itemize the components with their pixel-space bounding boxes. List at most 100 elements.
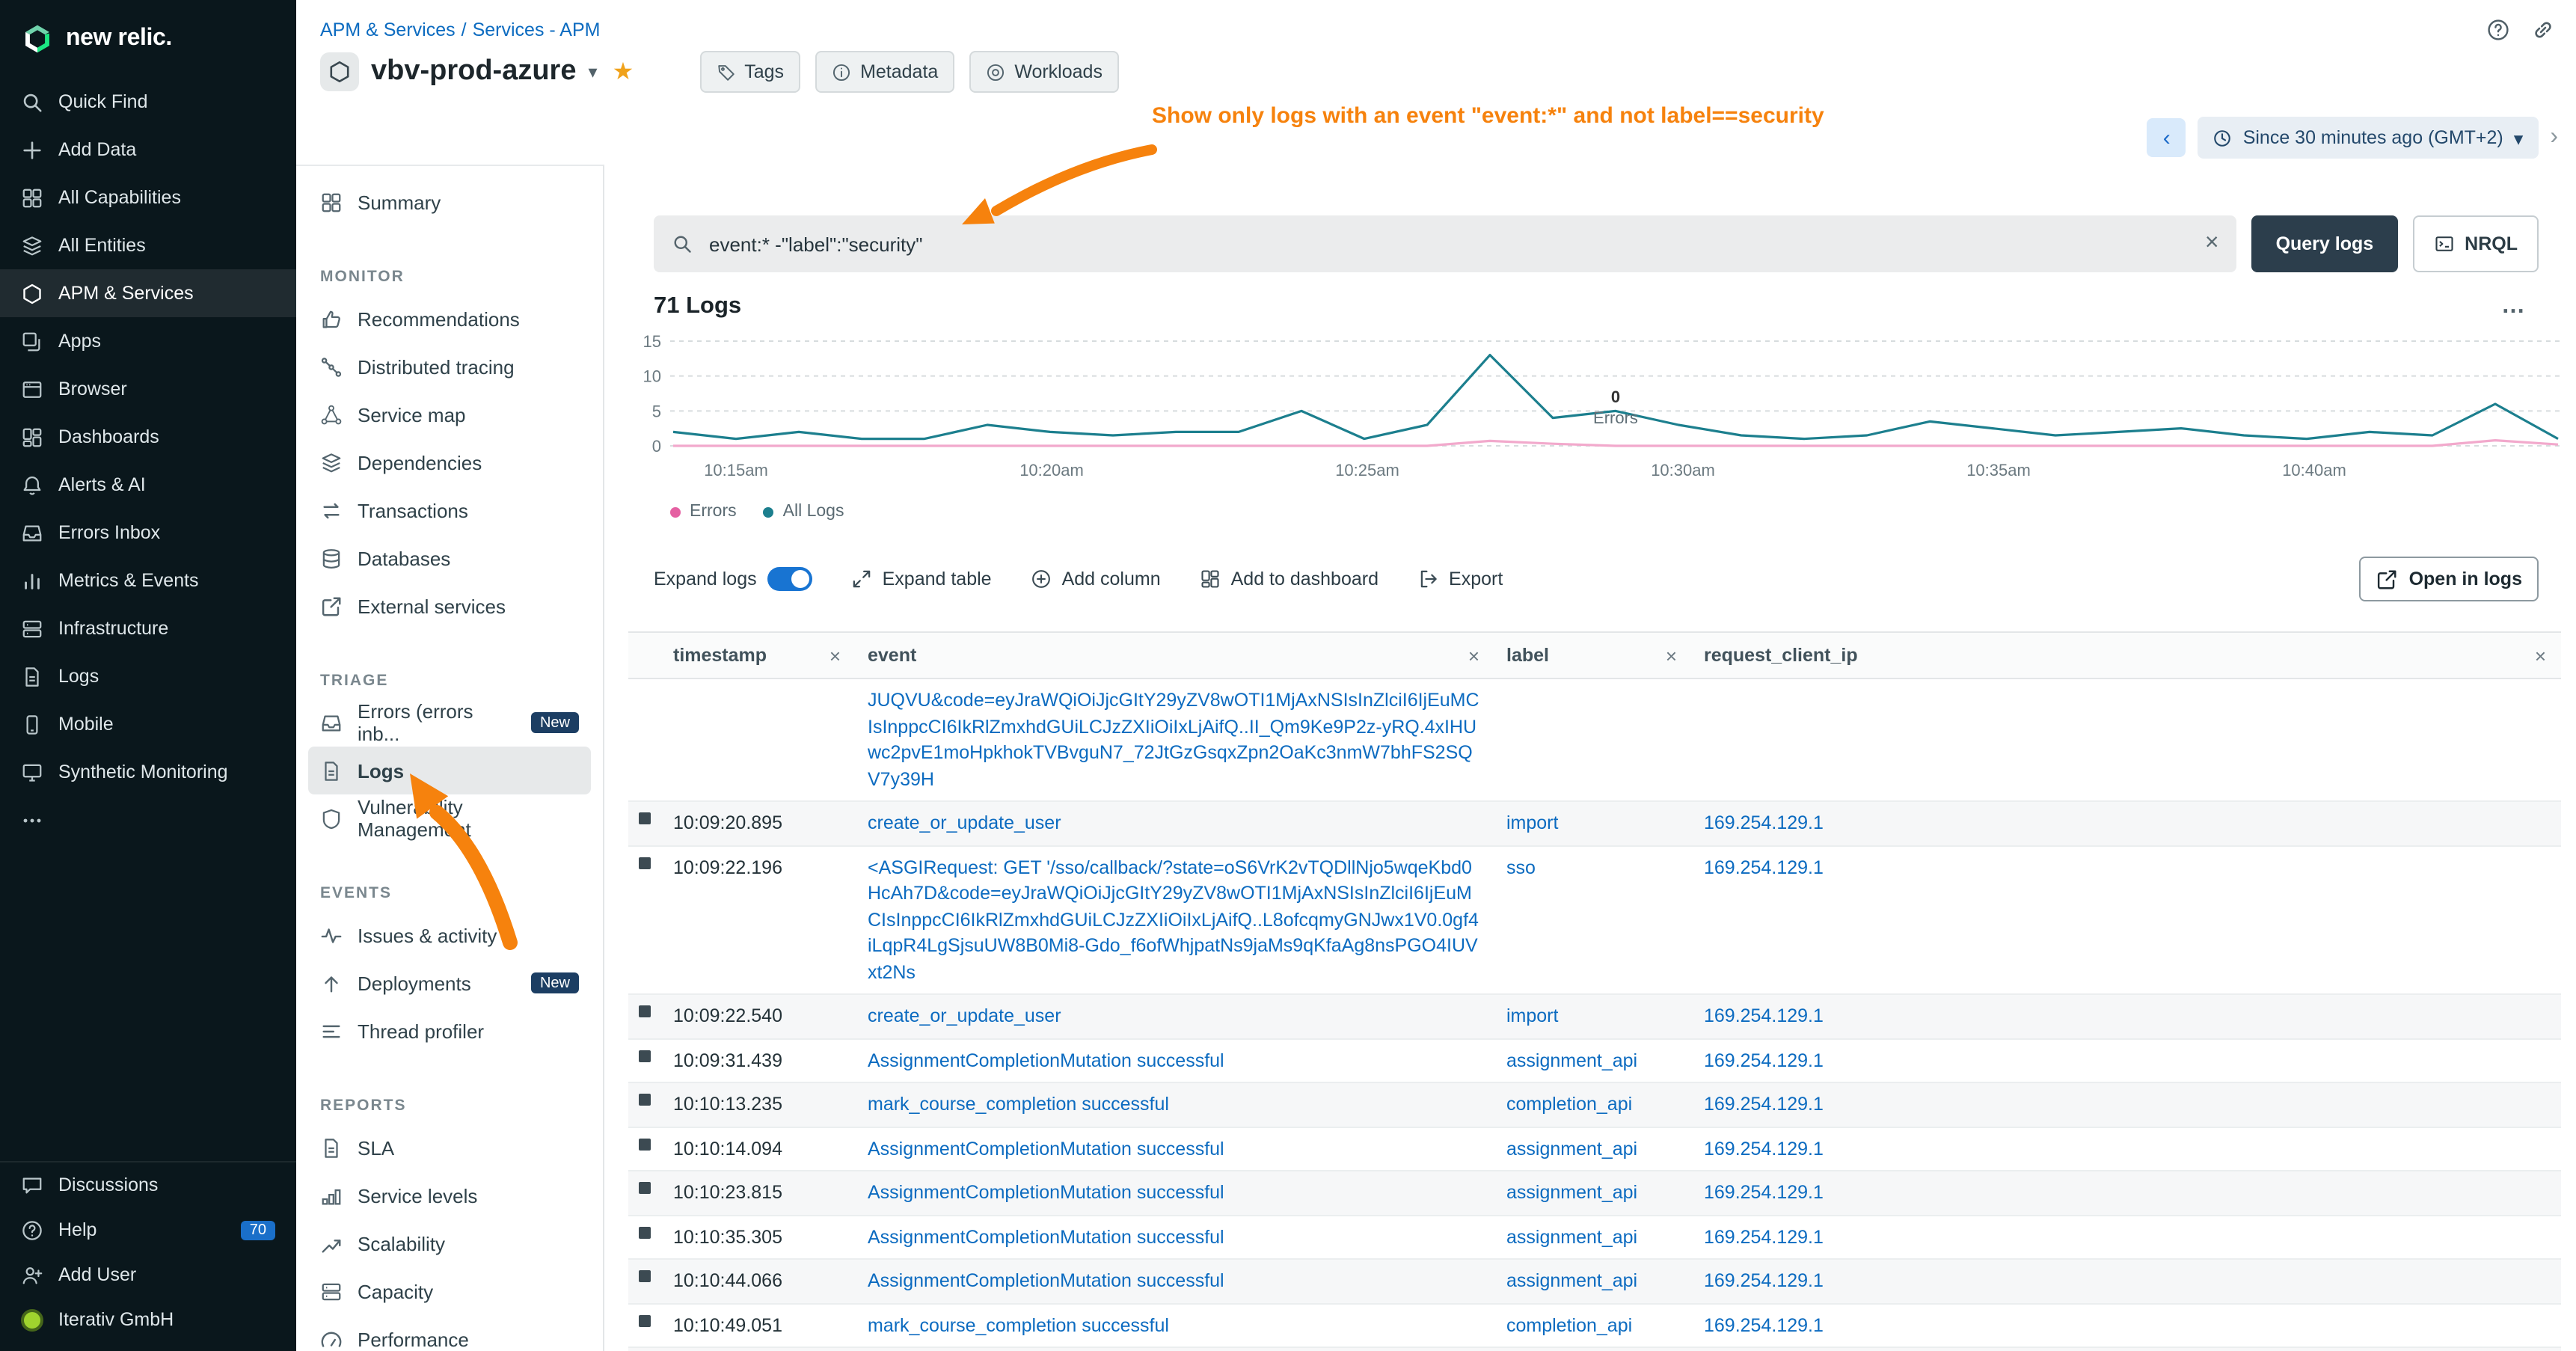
remove-column-icon[interactable]: ×	[829, 644, 841, 667]
subnav-item-external-services[interactable]: External services	[308, 582, 591, 630]
label-link[interactable]: sso	[1506, 857, 1536, 877]
subnav-item-transactions[interactable]: Transactions	[308, 486, 591, 534]
event-link[interactable]: create_or_update_user	[868, 1005, 1061, 1026]
ip-link[interactable]: 169.254.129.1	[1704, 1050, 1824, 1070]
sidebar-item-apm-services[interactable]: APM & Services	[0, 269, 296, 317]
logs-timeseries-chart[interactable]: 05101510:15am10:20am10:25am10:30am10:35a…	[628, 329, 2561, 488]
subnav-item-sla[interactable]: SLA	[308, 1124, 591, 1171]
label-link[interactable]: assignment_api	[1506, 1182, 1637, 1203]
workloads-chip[interactable]: Workloads	[969, 51, 1119, 93]
sidebar-item-dashboards[interactable]: Dashboards	[0, 413, 296, 461]
subnav-item-thread-profiler[interactable]: Thread profiler	[308, 1007, 591, 1055]
remove-column-icon[interactable]: ×	[1468, 644, 1479, 667]
ip-link[interactable]: 169.254.129.1	[1704, 1182, 1824, 1203]
event-link[interactable]: AssignmentCompletionMutation successful	[868, 1182, 1224, 1203]
legend-item-errors[interactable]: Errors	[670, 503, 737, 521]
row-marker-icon[interactable]	[639, 812, 651, 824]
log-table-row[interactable]: 10:10:23.815AssignmentCompletionMutation…	[628, 1171, 2561, 1216]
open-in-logs-button[interactable]: Open in logs	[2360, 557, 2539, 601]
favorite-star-icon[interactable]: ★	[613, 57, 634, 87]
log-table-row[interactable]: JUQVU&code=eyJraWQiOiJjcGItY29yZV8wOTI1M…	[628, 679, 2561, 802]
query-logs-button[interactable]: Query logs	[2252, 215, 2398, 272]
log-table-row[interactable]: 10:09:31.439AssignmentCompletionMutation…	[628, 1039, 2561, 1083]
event-link[interactable]: <ASGIRequest: GET '/sso/callback/?state=…	[868, 857, 1479, 982]
log-table-row[interactable]: 10:09:20.895create_or_update_userimport1…	[628, 802, 2561, 846]
ip-link[interactable]: 169.254.129.1	[1704, 1138, 1824, 1159]
time-back-button[interactable]: ‹	[2147, 118, 2186, 157]
subnav-item-vulnerability-management[interactable]: Vulnerability Management	[308, 794, 591, 842]
subnav-item-service-map[interactable]: Service map	[308, 390, 591, 438]
label-link[interactable]: assignment_api	[1506, 1138, 1637, 1159]
subnav-item-errors-errors-inb[interactable]: Errors (errors inb...New	[308, 699, 591, 747]
column-header-label[interactable]: label×	[1494, 644, 1692, 667]
label-link[interactable]: completion_api	[1506, 1094, 1632, 1115]
sidebar-item-apps[interactable]: Apps	[0, 317, 296, 365]
expand-logs-toggle[interactable]	[767, 567, 812, 591]
remove-column-icon[interactable]: ×	[2535, 644, 2546, 667]
subnav-item-logs[interactable]: Logs	[308, 747, 591, 794]
column-header-event[interactable]: event×	[856, 644, 1494, 667]
event-link[interactable]: mark_course_completion successful	[868, 1314, 1169, 1335]
sidebar-item-errors-inbox[interactable]: Errors Inbox	[0, 509, 296, 557]
event-link[interactable]: AssignmentCompletionMutation successful	[868, 1270, 1224, 1291]
tags-chip[interactable]: Tags	[699, 51, 800, 93]
log-table-row[interactable]: 10:10:44.066AssignmentCompletionMutation…	[628, 1260, 2561, 1304]
subnav-item-performance[interactable]: Performance	[308, 1315, 591, 1351]
more-options-button[interactable]: …	[2501, 299, 2528, 314]
label-link[interactable]: assignment_api	[1506, 1050, 1637, 1070]
log-search-input[interactable]	[706, 231, 2192, 257]
event-link[interactable]: AssignmentCompletionMutation successful	[868, 1050, 1224, 1070]
log-table-row[interactable]: 10:10:13.235mark_course_completion succe…	[628, 1083, 2561, 1127]
newrelic-logo[interactable]: new relic.	[0, 0, 296, 78]
event-link[interactable]: AssignmentCompletionMutation successful	[868, 1226, 1224, 1247]
sidebar-footer-item-add-user[interactable]: Add User	[0, 1252, 296, 1297]
add-column-button[interactable]: Add column	[1031, 569, 1161, 589]
expand-table-button[interactable]: Expand table	[851, 569, 992, 589]
label-link[interactable]: completion_api	[1506, 1314, 1632, 1335]
column-header-request-client-ip[interactable]: request_client_ip×	[1692, 644, 2561, 667]
row-marker-icon[interactable]	[639, 1182, 651, 1194]
column-header-timestamp[interactable]: timestamp×	[661, 644, 856, 667]
event-link[interactable]: JUQVU&code=eyJraWQiOiJjcGItY29yZV8wOTI1M…	[868, 690, 1479, 789]
sidebar-footer-item-discussions[interactable]: Discussions	[0, 1162, 296, 1207]
sidebar-item-alerts-ai[interactable]: Alerts & AI	[0, 461, 296, 509]
sidebar-item-all-capabilities[interactable]: All Capabilities	[0, 174, 296, 221]
log-table-row[interactable]: 10:09:22.540create_or_update_userimport1…	[628, 995, 2561, 1039]
sidebar-item-metrics-events[interactable]: Metrics & Events	[0, 557, 296, 604]
ip-link[interactable]: 169.254.129.1	[1704, 1094, 1824, 1115]
ip-link[interactable]: 169.254.129.1	[1704, 1005, 1824, 1026]
metadata-chip[interactable]: Metadata	[815, 51, 954, 93]
sidebar-item-more[interactable]	[0, 796, 296, 844]
breadcrumb-link-services-apm[interactable]: Services - APM	[473, 19, 601, 40]
sidebar-item-synthetic-monitoring[interactable]: Synthetic Monitoring	[0, 748, 296, 796]
clear-search-icon[interactable]: ×	[2205, 230, 2219, 257]
breadcrumb-link-apm-services[interactable]: APM & Services	[320, 19, 456, 40]
permalink-icon[interactable]	[2531, 18, 2555, 42]
event-link[interactable]: create_or_update_user	[868, 812, 1061, 833]
ip-link[interactable]: 169.254.129.1	[1704, 1226, 1824, 1247]
label-link[interactable]: import	[1506, 1005, 1558, 1026]
sidebar-item-mobile[interactable]: Mobile	[0, 700, 296, 748]
subnav-item-summary[interactable]: Summary	[308, 178, 591, 226]
remove-column-icon[interactable]: ×	[1666, 644, 1677, 667]
row-marker-icon[interactable]	[639, 1005, 651, 1017]
ip-link[interactable]: 169.254.129.1	[1704, 812, 1824, 833]
subnav-item-databases[interactable]: Databases	[308, 534, 591, 582]
ip-link[interactable]: 169.254.129.1	[1704, 1270, 1824, 1291]
log-table-row[interactable]: 10:10:49.051mark_course_completion succe…	[628, 1304, 2561, 1348]
log-table-row[interactable]: 10:10:14.094AssignmentCompletionMutation…	[628, 1127, 2561, 1171]
label-link[interactable]: import	[1506, 812, 1558, 833]
time-forward-button[interactable]: ›	[2550, 124, 2558, 151]
row-marker-icon[interactable]	[639, 1094, 651, 1106]
log-table-row[interactable]: 10:09:22.196<ASGIRequest: GET '/sso/call…	[628, 846, 2561, 995]
sidebar-item-infrastructure[interactable]: Infrastructure	[0, 604, 296, 652]
subnav-item-service-levels[interactable]: Service levels	[308, 1171, 591, 1219]
ip-link[interactable]: 169.254.129.1	[1704, 857, 1824, 877]
subnav-item-issues-activity[interactable]: Issues & activity	[308, 911, 591, 959]
event-link[interactable]: AssignmentCompletionMutation successful	[868, 1138, 1224, 1159]
legend-item-all-logs[interactable]: All Logs	[764, 503, 844, 521]
nrql-button[interactable]: NRQL	[2412, 215, 2539, 272]
sidebar-footer-item-help[interactable]: Help70	[0, 1207, 296, 1252]
row-marker-icon[interactable]	[639, 857, 651, 868]
subnav-item-capacity[interactable]: Capacity	[308, 1267, 591, 1315]
